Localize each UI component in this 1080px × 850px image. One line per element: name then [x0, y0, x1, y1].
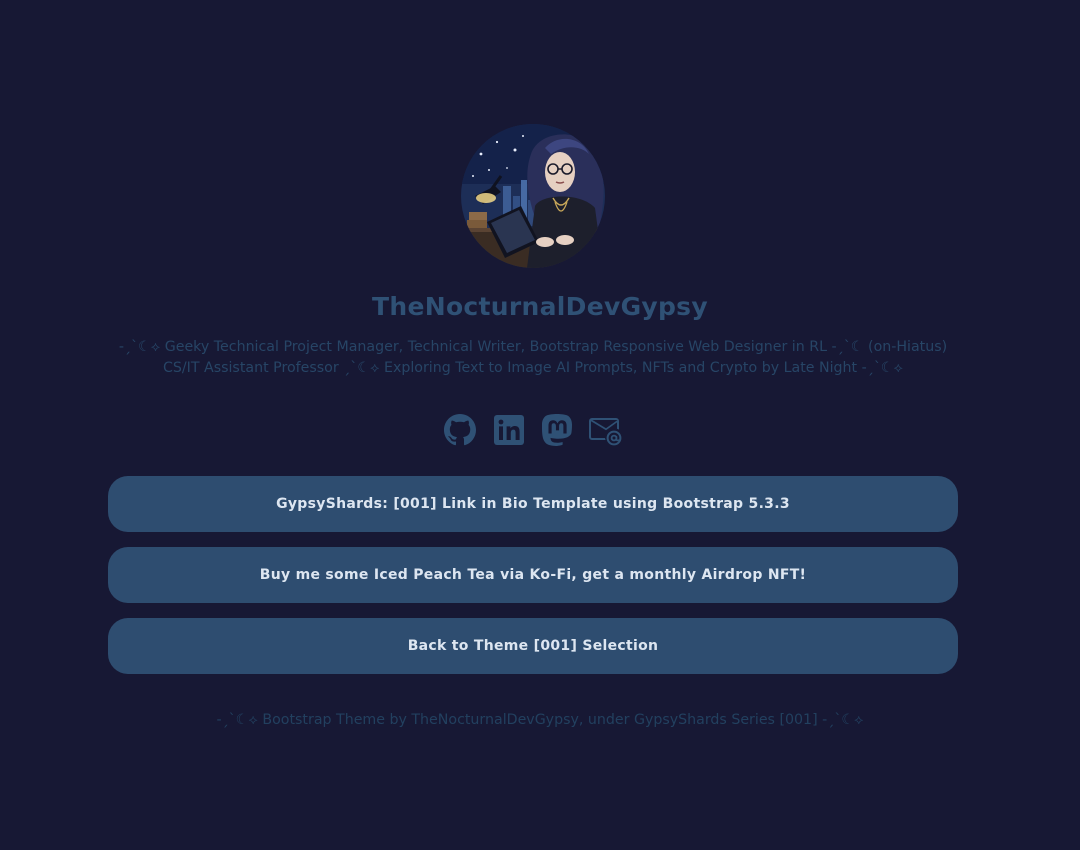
linkedin-icon [493, 415, 524, 445]
link-button-back-to-theme[interactable]: Back to Theme [001] Selection [108, 618, 958, 674]
link-button-template[interactable]: GypsyShards: [001] Link in Bio Template … [108, 476, 958, 532]
link-button-kofi[interactable]: Buy me some Iced Peach Tea via Ko-Fi, ge… [108, 547, 958, 603]
mastodon-icon [542, 414, 573, 446]
email-link[interactable] [586, 410, 626, 450]
footer-text: -ˏˋ☾⟡ Bootstrap Theme by TheNocturnalDev… [216, 712, 864, 728]
github-link[interactable] [440, 410, 480, 450]
avatar [461, 124, 605, 268]
envelope-at-icon [588, 418, 622, 446]
social-icons [440, 410, 626, 450]
profile-bio: -ˏˋ☾⟡ Geeky Technical Project Manager, T… [118, 339, 948, 376]
profile-name: TheNocturnalDevGypsy [372, 292, 708, 321]
github-icon [444, 414, 476, 446]
linkedin-link[interactable] [489, 410, 529, 450]
link-in-bio-page: TheNocturnalDevGypsy -ˏˋ☾⟡ Geeky Technic… [0, 0, 1080, 850]
link-list: GypsyShards: [001] Link in Bio Template … [108, 476, 958, 689]
mastodon-link[interactable] [537, 410, 577, 450]
